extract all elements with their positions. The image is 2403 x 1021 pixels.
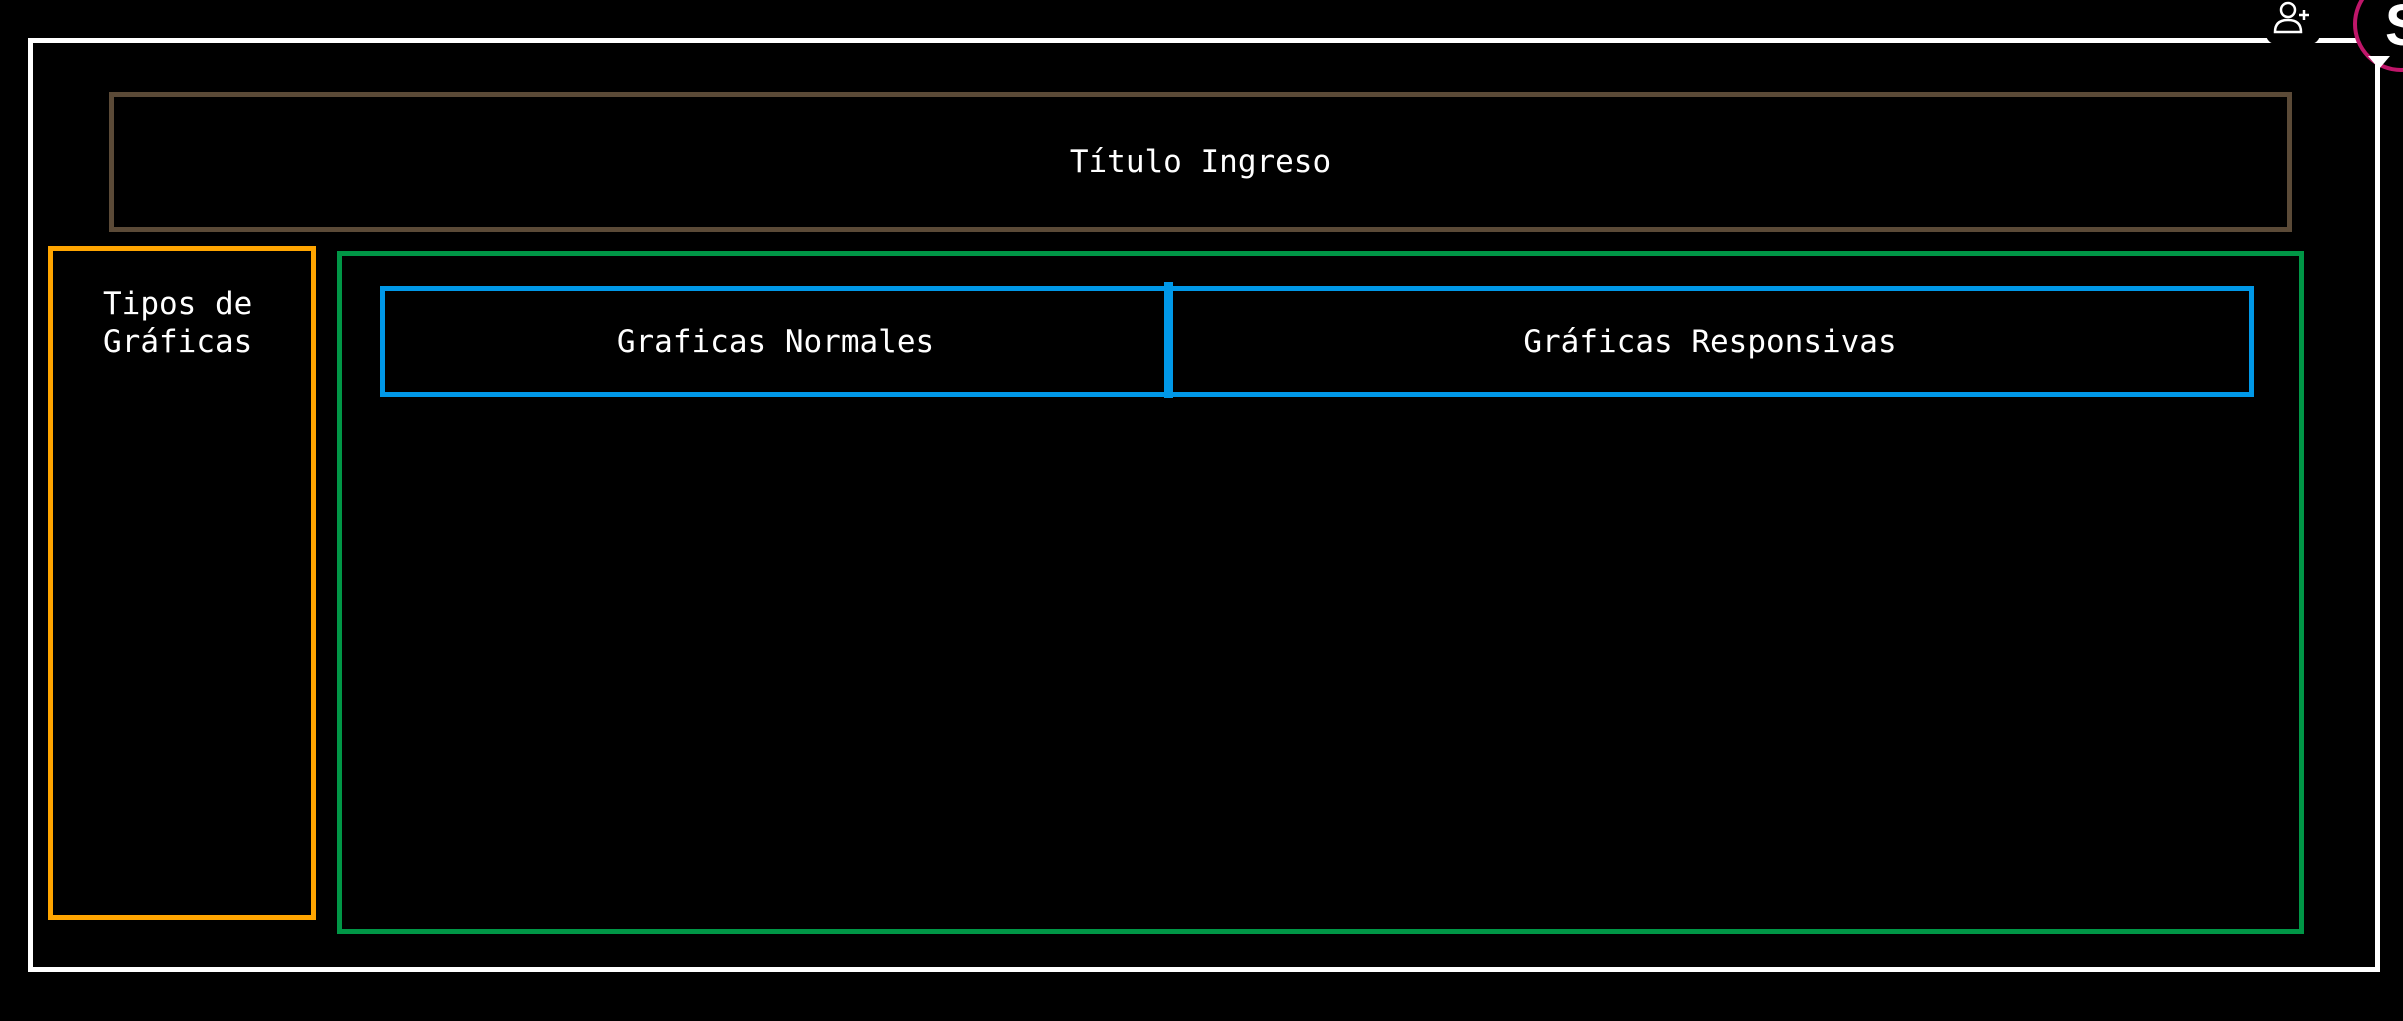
tab-divider — [1164, 282, 1173, 398]
sidebar-label: Tipos de Gráficas — [103, 286, 253, 360]
caret-down-icon[interactable] — [2368, 56, 2390, 69]
tab-graficas-normales[interactable]: Graficas Normales — [380, 286, 1171, 397]
avatar-initial: S — [2385, 0, 2403, 59]
tab-graficas-responsivas[interactable]: Gráficas Responsivas — [1166, 286, 2254, 397]
sidebar-panel: Tipos de Gráficas — [48, 246, 316, 920]
add-user-icon[interactable] — [2266, 0, 2320, 44]
tab-label: Graficas Normales — [616, 323, 935, 360]
add-user-icon-graphic — [2273, 1, 2309, 34]
tab-label: Gráficas Responsivas — [1523, 323, 1897, 360]
page-title: Título Ingreso — [1069, 144, 1332, 180]
title-box: Título Ingreso — [109, 92, 2292, 232]
